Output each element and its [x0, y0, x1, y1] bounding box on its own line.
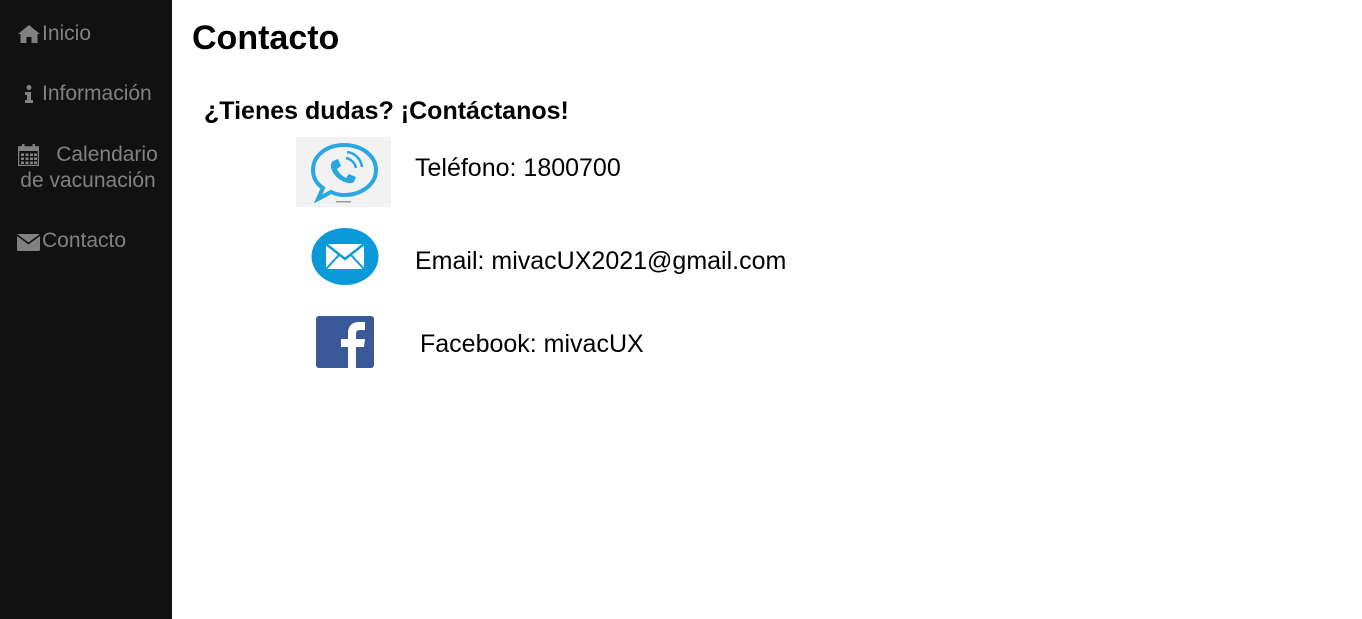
home-icon	[18, 24, 40, 50]
sidebar: Inicio Información Calendario de vacunac…	[0, 0, 172, 619]
main-content: Contacto ¿Tienes dudas? ¡Contáctanos! Te…	[172, 0, 1362, 619]
sidebar-item-label: Información	[42, 82, 152, 105]
page-title: Contacto	[192, 19, 340, 57]
sidebar-item-calendario[interactable]: Calendario de vacunación	[0, 141, 172, 195]
sidebar-item-inicio[interactable]: Inicio	[0, 20, 172, 48]
sidebar-item-contacto[interactable]: Contacto	[0, 227, 172, 255]
sidebar-item-label: Inicio	[42, 22, 92, 45]
phone-chat-icon	[296, 137, 391, 207]
info-icon	[24, 84, 34, 110]
sidebar-item-label: Contacto	[42, 229, 127, 252]
sidebar-item-informacion[interactable]: Información	[0, 80, 172, 108]
sidebar-item-label: Calendario de vacunación	[20, 143, 158, 192]
facebook-icon	[316, 316, 374, 368]
email-icon	[311, 228, 379, 285]
envelope-icon	[16, 232, 41, 258]
phone-text: Teléfono: 1800700	[415, 154, 621, 182]
facebook-text: Facebook: mivacUX	[420, 330, 644, 358]
email-text: Email: mivacUX2021@gmail.com	[415, 247, 787, 275]
contact-subtitle: ¿Tienes dudas? ¡Contáctanos!	[204, 97, 569, 125]
